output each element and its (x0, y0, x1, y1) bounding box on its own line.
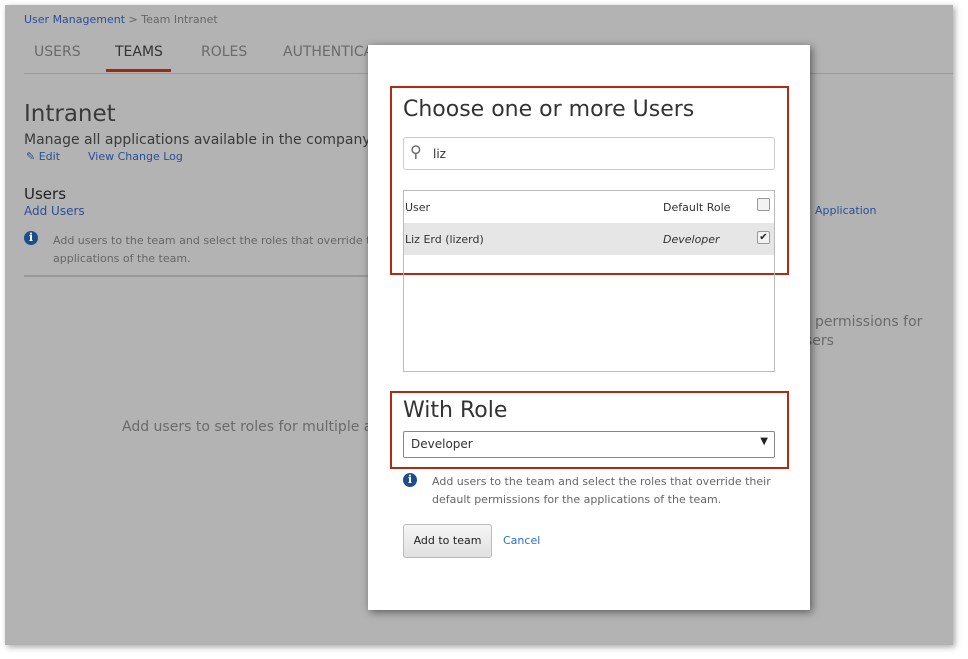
row-user: Liz Erd (lizerd) (405, 233, 484, 246)
info-icon: i (24, 231, 38, 245)
breadcrumb-current: Team Intranet (141, 13, 218, 26)
tab-roles[interactable]: ROLES (201, 44, 247, 60)
role-info-text: Add users to the team and select the rol… (432, 473, 771, 509)
view-change-log-link[interactable]: View Change Log (88, 150, 183, 163)
column-header-default-role: Default Role (663, 201, 731, 214)
info-line: applications of the team. (53, 252, 191, 265)
users-heading: Users (24, 185, 67, 203)
row-default-role: Developer (663, 233, 720, 246)
section-divider (24, 275, 374, 277)
text-line: sers (805, 333, 834, 349)
user-search-input[interactable]: ⚲ liz (403, 137, 775, 170)
info-line: Add users to the team and select the rol… (53, 234, 392, 247)
add-application-link[interactable]: Application (815, 204, 876, 217)
breadcrumb-separator: > (128, 13, 138, 26)
applications-empty-text: t permissions for sers (805, 313, 922, 351)
add-users-dialog: Choose one or more Users ⚲ liz User Defa… (368, 45, 810, 610)
users-table: User Default Role Liz Erd (lizerd) Devel… (403, 190, 775, 372)
table-row[interactable]: Liz Erd (lizerd) Developer ✔ (404, 223, 774, 255)
role-heading: With Role (403, 398, 508, 423)
add-to-team-button[interactable]: Add to team (403, 524, 492, 558)
column-header-user: User (405, 201, 431, 214)
team-title: Intranet (24, 101, 116, 127)
breadcrumb-user-management[interactable]: User Management (24, 13, 125, 26)
info-line: default permissions for the applications… (432, 493, 722, 506)
users-info-text: Add users to the team and select the rol… (53, 232, 392, 268)
text-line: t permissions for (805, 314, 923, 330)
caret-down-icon: ▼ (760, 436, 768, 447)
dialog-title: Choose one or more Users (403, 97, 695, 122)
role-select[interactable]: Developer ▼ (403, 431, 775, 458)
edit-link[interactable]: ✎ Edit (26, 150, 60, 163)
search-icon: ⚲ (410, 142, 422, 161)
pencil-icon: ✎ (26, 150, 36, 163)
tab-users[interactable]: USERS (34, 44, 81, 60)
info-icon: i (403, 473, 417, 487)
cancel-link[interactable]: Cancel (503, 534, 540, 547)
tab-teams[interactable]: TEAMS (115, 44, 163, 60)
team-description: Manage all applications available in the… (24, 132, 400, 148)
row-checkbox[interactable]: ✔ (757, 231, 770, 244)
role-select-value: Developer (411, 437, 473, 451)
breadcrumb: User Management > Team Intranet (24, 13, 218, 26)
tab-authentication[interactable]: AUTHENTICA (283, 44, 373, 60)
select-all-checkbox[interactable] (757, 198, 770, 211)
info-line: Add users to the team and select the rol… (432, 475, 771, 488)
add-users-link[interactable]: Add Users (24, 204, 85, 218)
empty-users-text: Add users to set roles for multiple app (122, 419, 391, 435)
active-tab-indicator (106, 69, 171, 72)
search-value: liz (433, 147, 446, 161)
